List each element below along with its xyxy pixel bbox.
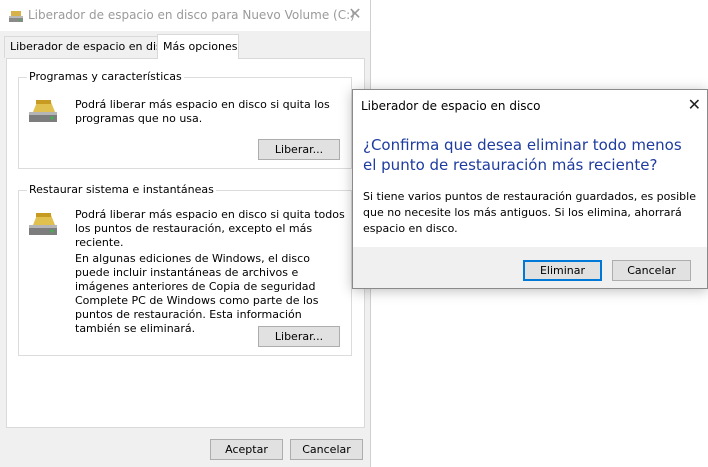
dialog-title: Liberador de espacio en disco [361, 99, 541, 113]
disk-cleanup-window: Liberador de espacio en disco para Nuevo… [0, 0, 371, 467]
close-icon[interactable]: ✕ [340, 0, 370, 30]
dialog-content: Si tiene varios puntos de restauración g… [363, 190, 696, 235]
programs-group-label: Programas y características [27, 70, 184, 83]
restore-group: Restaurar sistema e instantáneas Podrá l… [18, 183, 352, 356]
disk-cleanup-app-icon [9, 11, 23, 22]
delete-button[interactable]: Eliminar [523, 260, 602, 281]
restore-free-button[interactable]: Liberar... [258, 326, 340, 347]
cancel-button[interactable]: Cancelar [290, 439, 363, 460]
titlebar: Liberador de espacio en disco para Nuevo… [0, 0, 370, 31]
confirm-dialog: Liberador de espacio en disco ✕ ¿Confirm… [352, 89, 708, 289]
disk-cleanup-icon [29, 213, 57, 235]
tab-disk-cleanup[interactable]: Liberador de espacio en disco [4, 36, 175, 58]
accept-button[interactable]: Aceptar [210, 439, 283, 460]
restore-description: Podrá liberar más espacio en disco si qu… [75, 208, 345, 249]
dialog-main-instruction: ¿Confirma que desea eliminar todo menos … [363, 136, 682, 174]
restore-group-label: Restaurar sistema e instantáneas [27, 183, 216, 196]
programs-description: Podrá liberar más espacio en disco si qu… [75, 98, 330, 125]
programs-free-button[interactable]: Liberar... [258, 139, 340, 160]
tab-more-options[interactable]: Más opciones [157, 34, 239, 59]
dialog-body: Liberador de espacio en disco ✕ ¿Confirm… [353, 90, 707, 247]
restore-note: En algunas ediciones de Windows, el disc… [75, 252, 319, 335]
dialog-close-icon[interactable]: ✕ [688, 95, 701, 114]
window-title: Liberador de espacio en disco para Nuevo… [28, 8, 355, 22]
disk-cleanup-icon [29, 100, 57, 122]
programs-group: Programas y características Podrá libera… [18, 70, 352, 169]
dialog-cancel-button[interactable]: Cancelar [612, 260, 691, 281]
more-options-panel: Programas y características Podrá libera… [6, 58, 365, 428]
